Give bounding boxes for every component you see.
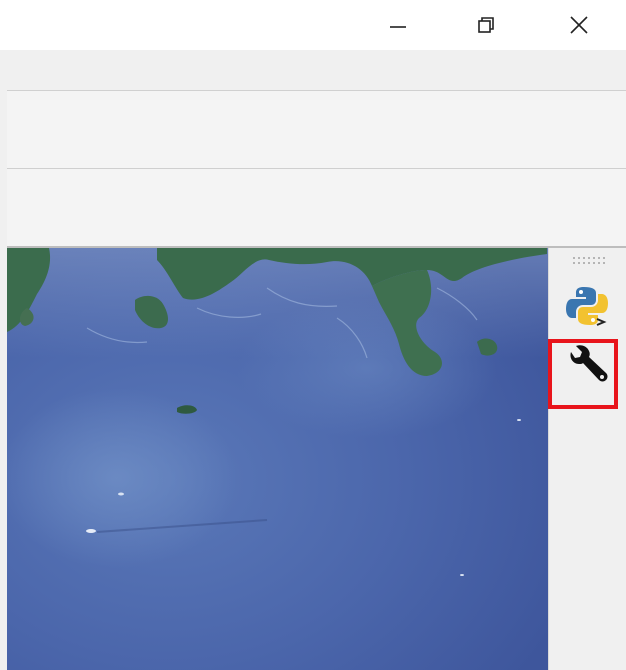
restore-icon xyxy=(478,17,494,33)
wrench-icon xyxy=(570,345,608,382)
plugins-toolbar xyxy=(548,248,626,670)
satellite-imagery xyxy=(7,248,548,670)
toolbar-grip-icon[interactable] xyxy=(573,256,609,266)
qgis-window xyxy=(0,0,626,670)
python-console-icon xyxy=(566,287,608,326)
menu-bar xyxy=(7,50,626,91)
restore-button[interactable] xyxy=(463,0,509,50)
processing-toolbox-button[interactable] xyxy=(561,342,613,390)
close-icon xyxy=(570,16,588,34)
toolbar-row-1 xyxy=(7,91,626,169)
toolbar-row-2 xyxy=(7,169,626,248)
python-console-button[interactable] xyxy=(561,282,613,330)
title-bar xyxy=(0,0,626,50)
minimize-button[interactable] xyxy=(375,0,421,50)
map-canvas[interactable] xyxy=(7,248,548,670)
minimize-icon xyxy=(390,26,406,28)
close-button[interactable] xyxy=(556,0,602,50)
